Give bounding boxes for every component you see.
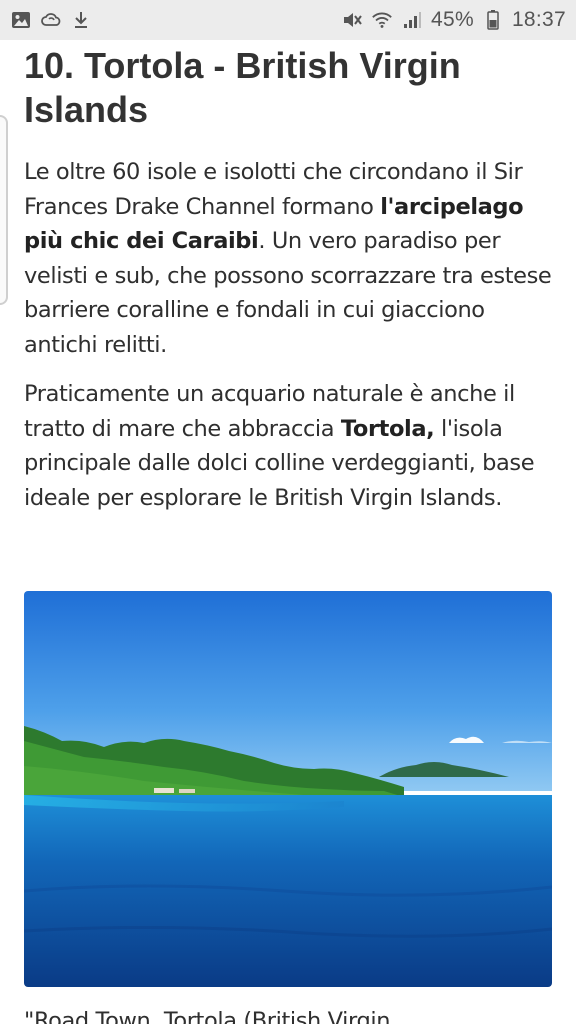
image-icon [10, 9, 32, 31]
wifi-icon [371, 9, 393, 31]
battery-icon [482, 9, 504, 31]
image-caption: "Road Town, Tortola (British Virgin [24, 1008, 391, 1024]
status-bar: 45% 18:37 [0, 0, 576, 40]
battery-percent: 45% [431, 8, 474, 31]
download-icon [70, 9, 92, 31]
status-left [10, 9, 92, 31]
clock: 18:37 [511, 8, 566, 31]
status-right: 45% 18:37 [341, 8, 566, 32]
paragraph-1: Le oltre 60 isole e isolotti che circond… [24, 155, 554, 362]
tortola-photo[interactable] [24, 591, 552, 987]
article: 10. Tortola - British Virgin Islands Le … [24, 40, 554, 515]
mute-icon [341, 9, 363, 31]
signal-icon [401, 9, 423, 31]
paragraph-2: Praticamente un acquario naturale è anch… [24, 377, 554, 515]
paragraph-2-bold: Tortola, [340, 415, 435, 442]
cloud-sync-icon [40, 9, 62, 31]
edge-panel-handle[interactable] [0, 115, 8, 305]
article-title: 10. Tortola - British Virgin Islands [24, 45, 461, 130]
